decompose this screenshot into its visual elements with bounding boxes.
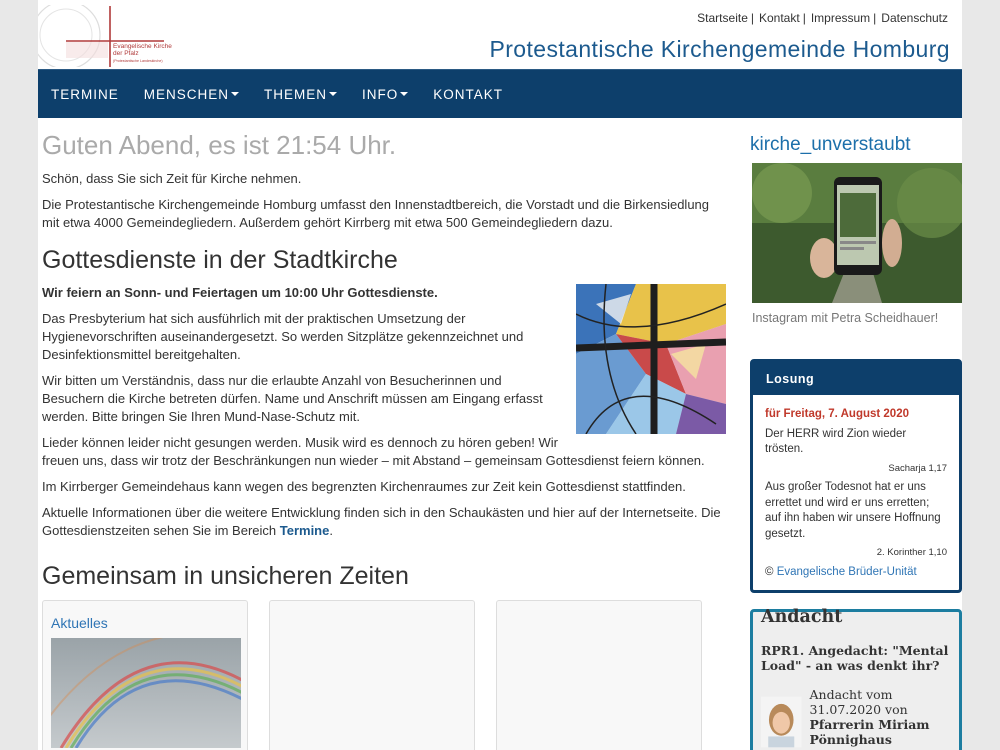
page: Evangelische Kirche der Pfalz (Protestan… xyxy=(38,0,962,750)
logo-text-1: Evangelische Kirche xyxy=(113,43,172,50)
sidebar: kirche_unverstaubt Instagram mit Petra S… xyxy=(750,130,962,750)
card-aktuelles[interactable]: Aktuelles xyxy=(40,600,272,750)
card-empty-3[interactable] xyxy=(496,600,702,750)
rainbow-image xyxy=(40,631,272,749)
top-links: Startseite | Kontakt | Impressum | Datensch… xyxy=(697,11,948,25)
card-row: Aktuelles xyxy=(40,600,726,750)
termine-link[interactable]: Termine xyxy=(280,523,330,538)
pastor-photo xyxy=(761,696,802,748)
toplink-startseite[interactable]: Startseite xyxy=(697,11,748,25)
nav-label: KONTAKT xyxy=(433,86,504,102)
losung-date: für Freitag, 7. August 2020 xyxy=(765,408,909,420)
losung-copyright: © Evangelische Brüder-Unität xyxy=(765,565,917,578)
card-title[interactable]: Aktuelles xyxy=(51,615,239,631)
nav-label: THEMEN xyxy=(264,86,328,102)
greeting: Guten Abend, es ist 21:54 Uhr. xyxy=(42,130,397,160)
andacht-header: Andacht xyxy=(761,607,843,627)
nav-label: INFO xyxy=(362,86,399,102)
toplink-datenschutz[interactable]: Datenschutz xyxy=(881,11,948,25)
caret-down-icon xyxy=(400,92,409,96)
nav-item-info[interactable]: INFO xyxy=(362,86,409,102)
nav-label: TERMINE xyxy=(51,86,119,102)
instagram-image[interactable] xyxy=(752,163,962,303)
section1-paragraph-5: Aktuelle Informationen über die weitere … xyxy=(42,505,721,538)
caret-down-icon xyxy=(329,92,338,96)
instagram-caption: Instagram mit Petra Scheidhauer! xyxy=(752,311,939,325)
andacht-meta: Andacht vom 31.07.2020 von Pfarrerin Mir… xyxy=(810,687,960,750)
section-title-gemeinsam: Gemeinsam in unsicheren Zeiten xyxy=(42,562,409,590)
card-empty-2[interactable] xyxy=(269,600,475,750)
instagram-title[interactable]: kirche_unverstaubt xyxy=(750,134,962,156)
losung-header: Losung xyxy=(753,362,959,395)
toplink-impressum[interactable]: Impressum xyxy=(811,11,870,25)
section-title-gottesdienste: Gottesdienste in der Stadtkirche xyxy=(42,246,398,274)
andacht-box: Andacht RPR1. Angedacht: "Mental Load" -… xyxy=(750,607,962,750)
toplink-kontakt[interactable]: Kontakt xyxy=(759,11,800,25)
losung-text-1: Der HERR wird Zion wieder trösten. xyxy=(765,427,907,456)
nav-item-kontakt[interactable]: KONTAKT xyxy=(433,87,503,102)
andacht-author: Pfarrerin Miriam Pönnighaus xyxy=(809,717,930,747)
nav-item-menschen[interactable]: MENSCHEN xyxy=(143,86,240,102)
logo-text-3: (Protestantische Landeskirche) xyxy=(113,59,163,63)
church-logo[interactable]: Evangelische Kirche der Pfalz (Protestan… xyxy=(38,5,173,67)
losung-box: Losung für Freitag, 7. August 2020 Der H… xyxy=(750,359,962,593)
main-nav: TERMINE MENSCHEN THEMEN INFO KONTAKT xyxy=(38,69,962,118)
intro-text-2: Die Protestantische Kirchengemeinde Homb… xyxy=(42,197,710,230)
main-content: Guten Abend, es ist 21:54 Uhr. Schön, da… xyxy=(40,130,726,750)
losung-text-2: Aus großer Todesnot hat er uns errettet … xyxy=(765,481,941,540)
section1-paragraph-4: Im Kirrberger Gemeindehaus kann wegen de… xyxy=(42,479,686,494)
bruder-unitaet-link[interactable]: Evangelische Brüder-Unität xyxy=(777,566,917,578)
andacht-date-line: Andacht vom 31.07.2020 von xyxy=(809,687,908,717)
caret-down-icon xyxy=(231,92,240,96)
nav-item-themen[interactable]: THEMEN xyxy=(264,86,338,102)
nav-item-termine[interactable]: TERMINE xyxy=(51,87,119,102)
nav-label: MENSCHEN xyxy=(143,86,230,102)
section1-paragraph-3: Lieder können leider nicht gesungen werd… xyxy=(42,435,705,468)
stained-glass-image xyxy=(576,284,726,434)
intro-text-1: Schön, dass Sie sich Zeit für Kirche neh… xyxy=(42,171,302,186)
losung-ref-1: Sacharja 1,17 xyxy=(888,462,947,474)
site-title[interactable]: Protestantische Kirchengemeinde Homburg xyxy=(489,36,950,63)
logo-text-2: der Pfalz xyxy=(113,50,139,57)
andacht-subtitle[interactable]: RPR1. Angedacht: "Mental Load" - an was … xyxy=(761,643,959,673)
losung-ref-2: 2. Korinther 1,10 xyxy=(876,547,947,558)
